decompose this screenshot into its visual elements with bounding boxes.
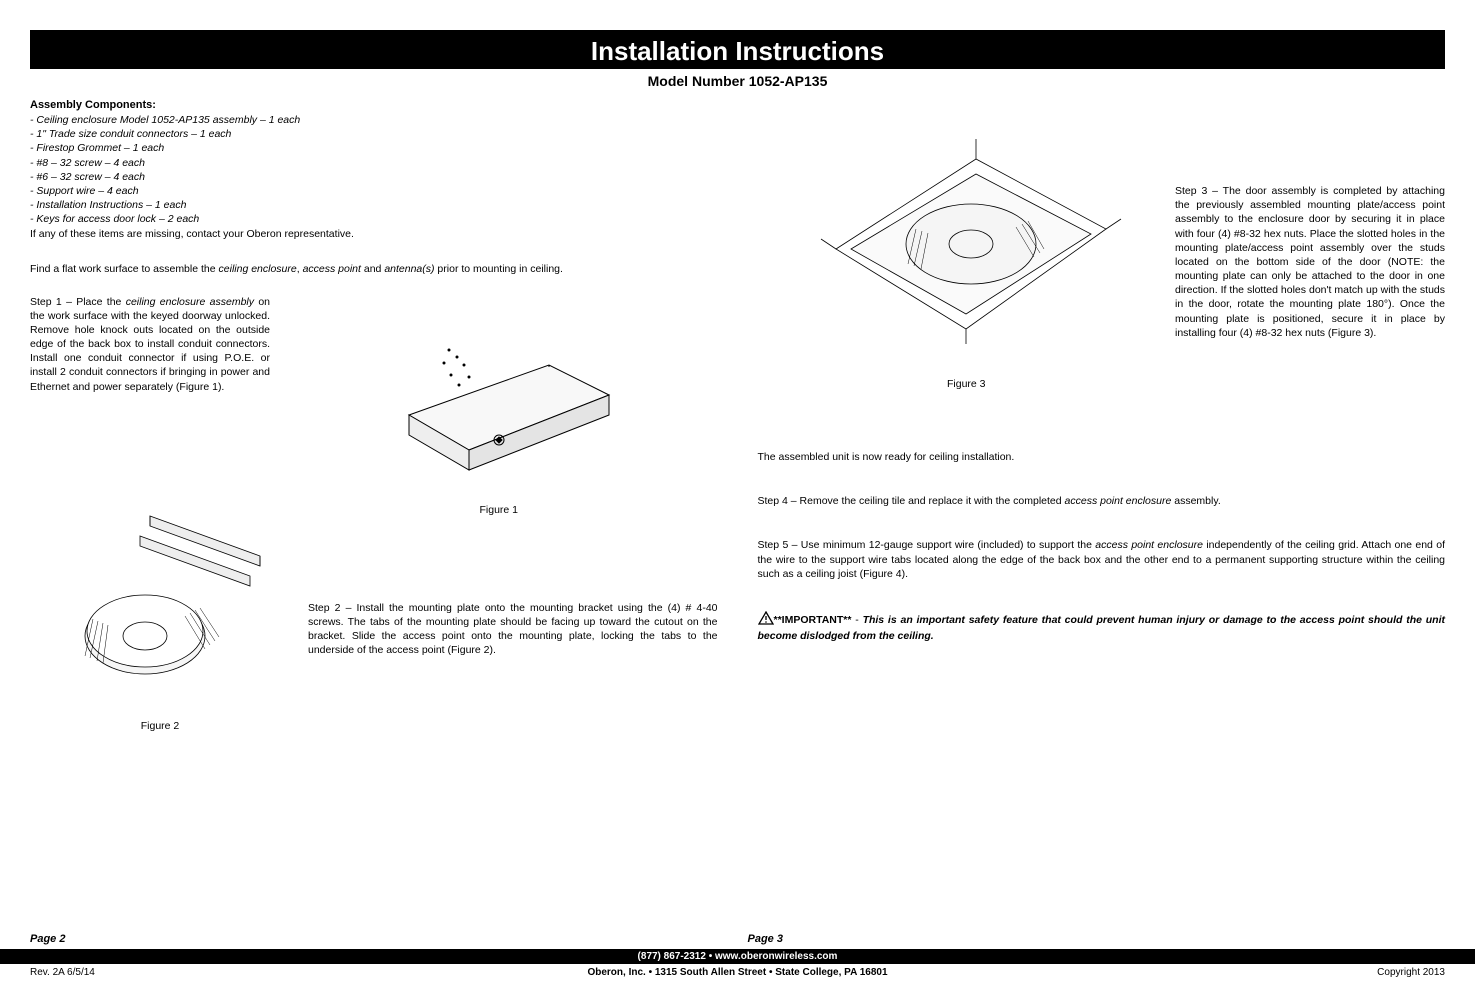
find-flat-paragraph: Find a flat work surface to assemble the… bbox=[30, 262, 718, 276]
footer-contact-bar: (877) 867-2312 • www.oberonwireless.com bbox=[0, 949, 1475, 964]
footer-info-bar: Rev. 2A 6/5/14 Oberon, Inc. • 1315 South… bbox=[0, 964, 1475, 984]
text-italic: antenna(s) bbox=[384, 263, 434, 275]
components-note: If any of these items are missing, conta… bbox=[30, 228, 718, 240]
footer: Page 2 Page 3 (877) 867-2312 • www.obero… bbox=[0, 933, 1475, 984]
step5-paragraph: Step 5 – Use minimum 12-gauge support wi… bbox=[758, 538, 1446, 581]
text-italic: access point bbox=[303, 263, 361, 275]
text: Step 1 – Place the bbox=[30, 296, 126, 308]
assembled-paragraph: The assembled unit is now ready for ceil… bbox=[758, 450, 1446, 464]
text: and bbox=[361, 263, 384, 275]
figure-2-box: Figure 2 bbox=[30, 461, 290, 732]
components-list: - Ceiling enclosure Model 1052-AP135 ass… bbox=[30, 113, 718, 226]
warning-icon bbox=[758, 611, 774, 629]
right-mid-section: The assembled unit is now ready for ceil… bbox=[758, 450, 1446, 643]
step2-paragraph: Step 2 – Install the mounting plate onto… bbox=[308, 601, 718, 658]
figure-1-caption: Figure 1 bbox=[280, 504, 718, 516]
text: Step 4 – Remove the ceiling tile and rep… bbox=[758, 495, 1065, 507]
step2-text: Step 2 – Install the mounting plate onto… bbox=[308, 601, 718, 658]
footer-revision: Rev. 2A 6/5/14 bbox=[30, 967, 384, 978]
important-label: **IMPORTANT** bbox=[774, 614, 852, 626]
component-item: - Ceiling enclosure Model 1052-AP135 ass… bbox=[30, 113, 718, 127]
subtitle: Model Number 1052-AP135 bbox=[0, 73, 1475, 89]
page-number-right: Page 3 bbox=[728, 933, 1446, 945]
text: on the work surface with the keyed doorw… bbox=[30, 296, 270, 393]
page-content: Assembly Components: - Ceiling enclosure… bbox=[0, 99, 1475, 732]
text: - bbox=[851, 614, 862, 626]
figure-3-image bbox=[796, 99, 1136, 372]
text: Step 5 – Use minimum 12-gauge support wi… bbox=[758, 539, 1096, 551]
step3-row: Figure 3 Step 3 – The door assembly is c… bbox=[758, 99, 1446, 390]
footer-address: Oberon, Inc. • 1315 South Allen Street •… bbox=[384, 967, 1092, 978]
text-italic: ceiling enclosure bbox=[219, 263, 297, 275]
step3-text: Step 3 – The door assembly is completed … bbox=[1175, 184, 1445, 390]
text-italic: ceiling enclosure assembly bbox=[126, 296, 254, 308]
step4-paragraph: Step 4 – Remove the ceiling tile and rep… bbox=[758, 494, 1446, 508]
text: assembly. bbox=[1171, 495, 1220, 507]
component-item: - 1" Trade size conduit connectors – 1 e… bbox=[30, 127, 718, 141]
important-paragraph: **IMPORTANT** - This is an important saf… bbox=[758, 611, 1446, 643]
component-item: - Support wire – 4 each bbox=[30, 184, 718, 198]
text-italic: access point enclosure bbox=[1065, 495, 1172, 507]
right-page: Figure 3 Step 3 – The door assembly is c… bbox=[758, 99, 1446, 732]
text-italic: access point enclosure bbox=[1095, 539, 1203, 551]
page-number-left: Page 2 bbox=[30, 933, 728, 945]
assembly-heading: Assembly Components: bbox=[30, 99, 718, 111]
text: Find a flat work surface to assemble the bbox=[30, 263, 219, 275]
figure-3-box: Figure 3 bbox=[758, 99, 1176, 390]
text: prior to mounting in ceiling. bbox=[435, 263, 563, 275]
component-item: - #8 – 32 screw – 4 each bbox=[30, 156, 718, 170]
figure-1-box: Figure 1 bbox=[280, 295, 718, 516]
figure-2-caption: Figure 2 bbox=[30, 720, 290, 732]
page-numbers: Page 2 Page 3 bbox=[0, 933, 1475, 949]
footer-copyright: Copyright 2013 bbox=[1091, 967, 1445, 978]
figure-2-image bbox=[35, 461, 285, 714]
page-title: Installation Instructions bbox=[30, 36, 1445, 67]
component-item: - #6 – 32 screw – 4 each bbox=[30, 170, 718, 184]
component-item: - Firestop Grommet – 1 each bbox=[30, 141, 718, 155]
figure-1-image bbox=[349, 295, 649, 498]
title-bar: Installation Instructions bbox=[30, 30, 1445, 69]
figure-3-caption: Figure 3 bbox=[758, 378, 1176, 390]
left-page: Assembly Components: - Ceiling enclosure… bbox=[30, 99, 718, 732]
component-item: - Keys for access door lock – 2 each bbox=[30, 212, 718, 226]
step3-paragraph: Step 3 – The door assembly is completed … bbox=[1175, 184, 1445, 340]
component-item: - Installation Instructions – 1 each bbox=[30, 198, 718, 212]
